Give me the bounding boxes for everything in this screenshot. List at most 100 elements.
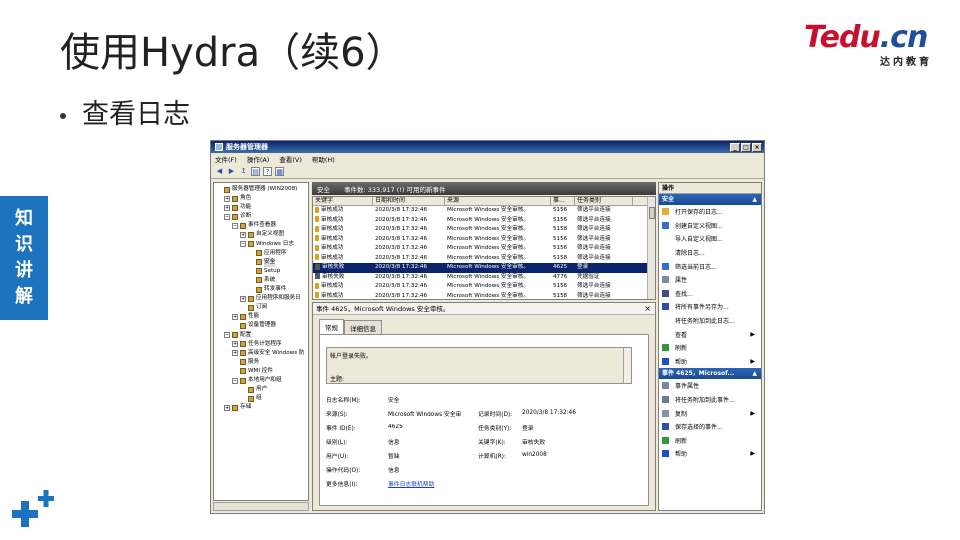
- description-scrollbar[interactable]: [623, 348, 631, 383]
- tree-node[interactable]: − Windows 日志: [216, 240, 306, 249]
- minimize-button[interactable]: _: [730, 142, 740, 152]
- action-item[interactable]: 事件属性: [659, 379, 761, 393]
- tree-node[interactable]: 用户: [216, 385, 306, 394]
- action-item[interactable]: 查找...: [659, 287, 761, 301]
- help-icon[interactable]: ?: [263, 167, 272, 176]
- menu-help[interactable]: 帮助(H): [312, 154, 335, 164]
- expand-toggle-icon[interactable]: +: [224, 404, 230, 411]
- table-row[interactable]: 审核成功 2020/3/8 17:32:46 Microsoft Windows 安…: [313, 292, 655, 300]
- tree-node[interactable]: 应用程序: [216, 249, 306, 258]
- action-item[interactable]: 将所有事件另存为...: [659, 300, 761, 314]
- tree-node[interactable]: 组: [216, 394, 306, 403]
- close-icon[interactable]: ×: [644, 303, 651, 315]
- action-item[interactable]: 属性: [659, 273, 761, 287]
- tree-node[interactable]: Setup: [216, 267, 306, 276]
- tree-node[interactable]: + 任务计划程序: [216, 340, 306, 349]
- action-item[interactable]: 清除日志...: [659, 246, 761, 260]
- maximize-button[interactable]: □: [741, 142, 751, 152]
- tree-node-label: WMI 控件: [248, 367, 273, 374]
- action-item[interactable]: 将任务附加到此事件...: [659, 393, 761, 407]
- window-titlebar[interactable]: 服务器管理器 _ □ ×: [211, 141, 764, 153]
- expand-toggle-icon[interactable]: +: [232, 350, 238, 357]
- actions-section-security[interactable]: 安全 ▲: [659, 194, 761, 205]
- action-item[interactable]: 查看 ▶: [659, 327, 761, 341]
- tree-horizontal-scrollbar[interactable]: [213, 502, 309, 511]
- col-datetime[interactable]: 日期和时间: [373, 197, 445, 205]
- tab-details[interactable]: 详细信息: [344, 320, 382, 335]
- table-row[interactable]: 审核成功 2020/3/8 17:32:46 Microsoft Windows 安…: [313, 216, 655, 226]
- tree-node[interactable]: − 配置: [216, 331, 306, 340]
- up-icon[interactable]: ↥: [239, 167, 248, 176]
- tree-node[interactable]: + 自定义视图: [216, 230, 306, 239]
- table-row[interactable]: 审核成功 2020/3/8 17:32:46 Microsoft Windows 安…: [313, 206, 655, 216]
- expand-toggle-icon[interactable]: −: [224, 332, 230, 339]
- table-row[interactable]: 审核失败 2020/3/8 17:32:46 Microsoft Windows 安…: [313, 273, 655, 283]
- action-item[interactable]: 导入自定义视图...: [659, 232, 761, 246]
- table-row[interactable]: 审核成功 2020/3/8 17:32:46 Microsoft Windows 安…: [313, 282, 655, 292]
- tree-node[interactable]: + 存储: [216, 403, 306, 412]
- expand-toggle-icon[interactable]: +: [224, 195, 230, 202]
- tree-node[interactable]: − 本地用户和组: [216, 376, 306, 385]
- forward-icon[interactable]: ▶: [227, 167, 236, 176]
- tree-node[interactable]: WMI 控件: [216, 367, 306, 376]
- table-row[interactable]: 审核失败 2020/3/8 17:32:46 Microsoft Windows 安…: [313, 263, 655, 273]
- tree-node[interactable]: − 事件查看器: [216, 221, 306, 230]
- tree-node[interactable]: 服务器管理器 (WIN2008): [216, 185, 306, 194]
- expand-toggle-icon[interactable]: +: [240, 295, 246, 302]
- col-keyword[interactable]: 关键字: [313, 197, 373, 205]
- table-row[interactable]: 审核成功 2020/3/8 17:32:46 Microsoft Windows 安…: [313, 235, 655, 245]
- table-vertical-scrollbar[interactable]: [647, 197, 655, 299]
- action-item[interactable]: 帮助 ▶: [659, 447, 761, 461]
- tree-node[interactable]: + 功能: [216, 203, 306, 212]
- back-icon[interactable]: ◀: [215, 167, 224, 176]
- action-item[interactable]: 保存选择的事件...: [659, 420, 761, 434]
- tree-node[interactable]: + 应用程序和服务日: [216, 294, 306, 303]
- tree-node[interactable]: − 诊断: [216, 212, 306, 221]
- expand-toggle-icon[interactable]: +: [232, 313, 238, 320]
- table-row[interactable]: 审核成功 2020/3/8 17:32:46 Microsoft Windows 安…: [313, 254, 655, 264]
- tree-node[interactable]: + 性能: [216, 312, 306, 321]
- col-source[interactable]: 来源: [445, 197, 551, 205]
- collapse-icon[interactable]: ▲: [752, 368, 757, 379]
- collapse-icon[interactable]: ▲: [752, 194, 757, 205]
- expand-toggle-icon[interactable]: −: [224, 213, 230, 220]
- action-item[interactable]: 打开保存的日志...: [659, 205, 761, 219]
- menu-file[interactable]: 文件(F): [215, 154, 237, 164]
- expand-toggle-icon[interactable]: +: [232, 341, 238, 348]
- expand-toggle-icon[interactable]: −: [232, 222, 238, 229]
- menu-view[interactable]: 查看(V): [279, 154, 302, 164]
- tree-node[interactable]: + 角色: [216, 194, 306, 203]
- expand-toggle-icon[interactable]: +: [240, 232, 246, 239]
- table-row[interactable]: 审核成功 2020/3/8 17:32:46 Microsoft Windows 安…: [313, 244, 655, 254]
- properties-icon[interactable]: ▦: [275, 167, 284, 176]
- tree-node[interactable]: 系统: [216, 276, 306, 285]
- action-item[interactable]: 将任务附加到此日志...: [659, 314, 761, 328]
- expand-toggle-icon[interactable]: −: [240, 241, 246, 248]
- expand-toggle-icon[interactable]: +: [224, 204, 230, 211]
- tree-node[interactable]: 转发事件: [216, 285, 306, 294]
- tree-node[interactable]: 安全: [216, 257, 306, 267]
- action-item[interactable]: 创建自定义视图...: [659, 219, 761, 233]
- tree-node[interactable]: 订阅: [216, 303, 306, 312]
- scroll-thumb[interactable]: [649, 207, 655, 219]
- close-button[interactable]: ×: [752, 142, 762, 152]
- online-help-link[interactable]: 事件日志联机帮助: [388, 479, 434, 488]
- tree-node[interactable]: 设备管理器: [216, 321, 306, 330]
- actions-section-event[interactable]: 事件 4625，Microsof... ▲: [659, 368, 761, 380]
- show-hide-icon[interactable]: ▤: [251, 167, 260, 176]
- table-header: 关键字 日期和时间 来源 事... 任务类别: [313, 197, 655, 206]
- tree-node[interactable]: 服务: [216, 358, 306, 367]
- expand-toggle-icon[interactable]: −: [232, 377, 238, 384]
- col-event-id[interactable]: 事...: [551, 197, 575, 205]
- event-description[interactable]: 帐户登录失败。 主题:: [326, 347, 632, 384]
- action-item[interactable]: 帮助 ▶: [659, 355, 761, 369]
- tab-general[interactable]: 常规: [319, 319, 344, 335]
- action-item[interactable]: 复制 ▶: [659, 406, 761, 420]
- action-item[interactable]: 刷新: [659, 434, 761, 448]
- action-item[interactable]: 刷新: [659, 341, 761, 355]
- col-task-category[interactable]: 任务类别: [575, 197, 633, 205]
- action-item[interactable]: 筛选当前日志...: [659, 259, 761, 273]
- tree-node[interactable]: + 高级安全 Windows 防: [216, 349, 306, 358]
- menu-action[interactable]: 操作(A): [247, 154, 270, 164]
- table-row[interactable]: 审核成功 2020/3/8 17:32:46 Microsoft Windows 安…: [313, 225, 655, 235]
